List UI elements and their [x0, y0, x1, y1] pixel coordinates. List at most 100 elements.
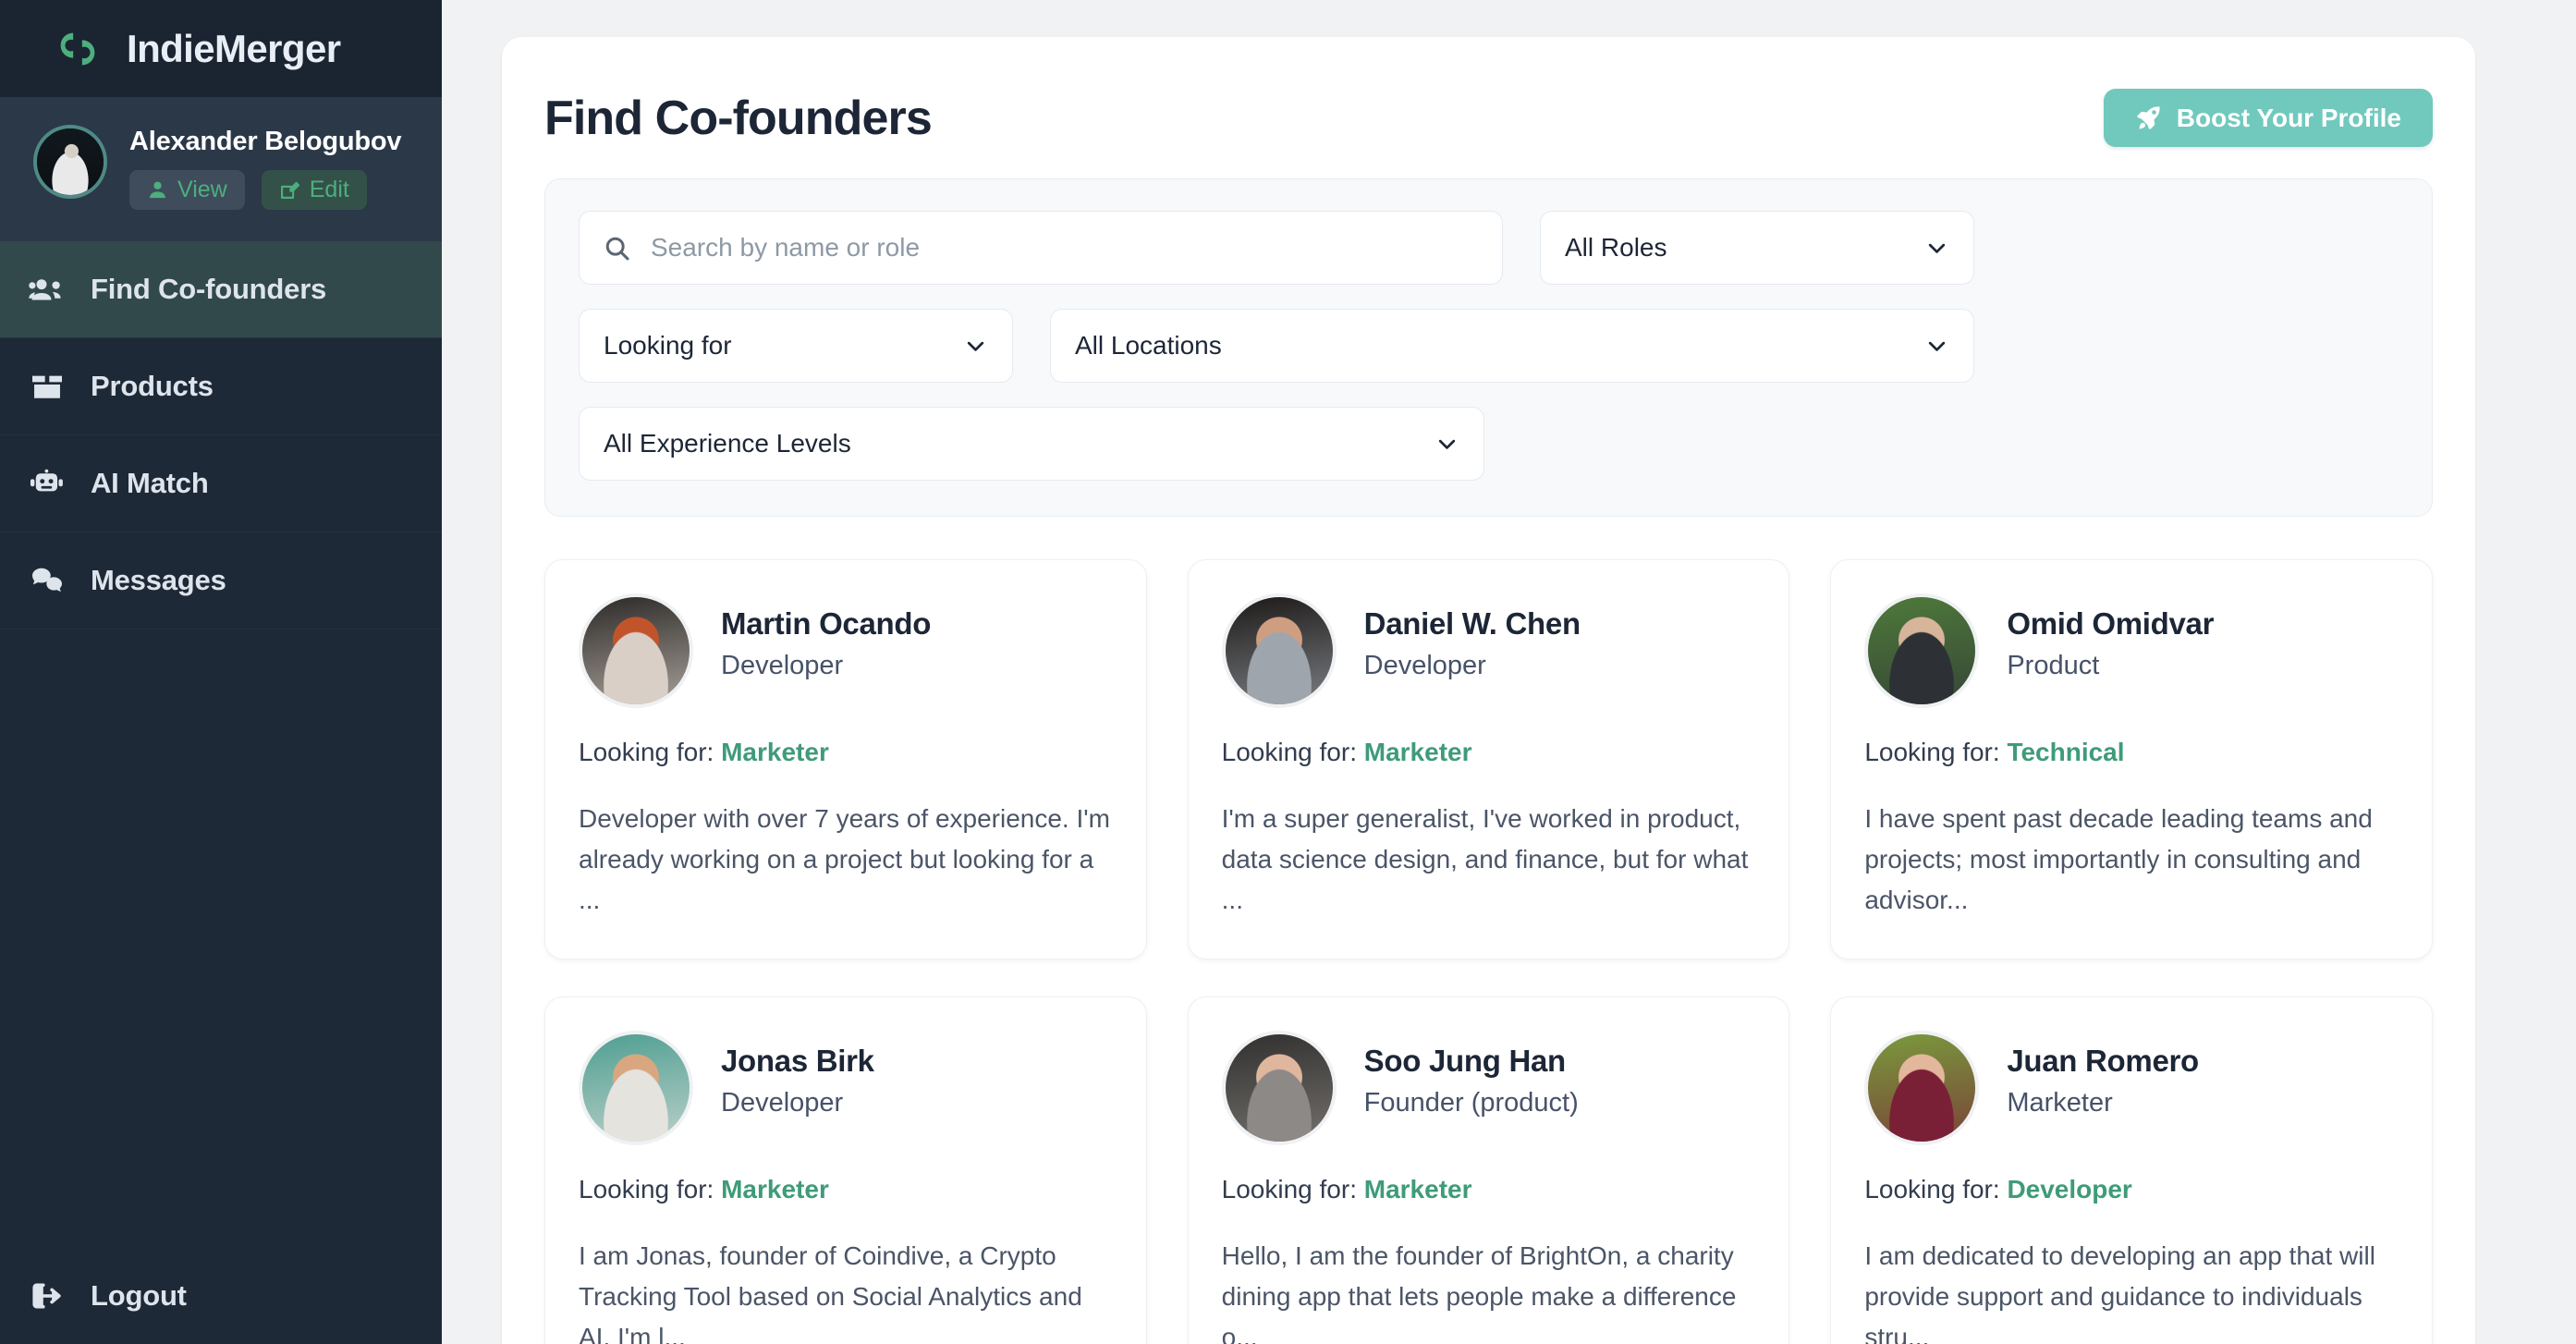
cofounder-card[interactable]: Martin Ocando Developer Looking for: Marke…: [544, 559, 1147, 959]
avatar[interactable]: [1864, 593, 1980, 708]
looking-for-value: Marketer: [1363, 738, 1472, 766]
sidebar-item-label: AI Match: [91, 467, 209, 499]
chat-bubbles-icon: [28, 566, 67, 595]
avatar[interactable]: [33, 125, 107, 199]
rocket-icon: [2135, 104, 2162, 131]
cofounder-card-grid: Martin Ocando Developer Looking for: Marke…: [544, 517, 2433, 1344]
user-icon: [147, 179, 168, 201]
profile-actions: View Edit: [129, 170, 401, 210]
looking-for-value: Technical: [2007, 738, 2125, 766]
looking-for-select-value: Looking for: [604, 331, 732, 360]
card-header: Omid Omidvar Product: [1864, 593, 2399, 708]
users-group-icon: [28, 275, 67, 303]
avatar-image: [37, 128, 104, 195]
looking-for-line: Looking for: Marketer: [1222, 708, 1756, 767]
avatar-image: [1868, 597, 1976, 704]
looking-for-label: Looking for:: [579, 1174, 722, 1203]
search-field[interactable]: [579, 211, 1503, 285]
cofounder-card[interactable]: Omid Omidvar Product Looking for: Technica…: [1830, 559, 2433, 959]
looking-for-label: Looking for:: [1221, 1174, 1364, 1203]
cofounder-name: Soo Jung Han: [1363, 1043, 1567, 1078]
cofounder-name: Daniel W. Chen: [1363, 606, 1581, 641]
cofounder-card[interactable]: Daniel W. Chen Developer Looking for: Mark…: [1187, 559, 1790, 959]
chevron-down-icon: [1924, 236, 1949, 261]
cofounder-card[interactable]: Juan Romero Marketer Looking for: Develope…: [1830, 996, 2433, 1344]
avatar[interactable]: [579, 593, 693, 708]
avatar-image: [582, 597, 690, 704]
looking-for-label: Looking for:: [1864, 738, 2008, 766]
card-header: Jonas Birk Developer: [579, 1030, 1113, 1145]
avatar[interactable]: [579, 1030, 693, 1145]
card-identity: Jonas Birk Developer: [721, 1031, 874, 1118]
card-header: Soo Jung Han Founder (product): [1221, 1030, 1756, 1145]
edit-profile-label: Edit: [309, 177, 349, 202]
search-field-wrapper: [579, 211, 1503, 285]
pencil-square-icon: [279, 179, 300, 201]
cofounder-bio: I'm a super generalist, I've worked in p…: [1221, 804, 1749, 915]
role-filter-wrapper: All Roles: [1540, 211, 1974, 285]
card-identity: Daniel W. Chen Developer: [1364, 593, 1581, 681]
avatar[interactable]: [1864, 1030, 1980, 1145]
looking-for-line: Looking for: Developer: [1864, 1145, 2399, 1204]
cofounder-card[interactable]: Soo Jung Han Founder (product) Looking for…: [1187, 996, 1790, 1344]
boost-profile-button[interactable]: Boost Your Profile: [2103, 89, 2433, 147]
looking-for-select[interactable]: Looking for: [579, 309, 1013, 383]
experience-select-value: All Experience Levels: [604, 429, 851, 458]
cofounder-card[interactable]: Jonas Birk Developer Looking for: Marketer…: [544, 996, 1147, 1344]
cofounder-role: Developer: [721, 1087, 844, 1118]
avatar[interactable]: [1221, 1030, 1337, 1145]
search-icon: [604, 235, 630, 262]
chevron-down-icon: [1435, 432, 1459, 457]
looking-for-value: Marketer: [721, 738, 829, 766]
looking-for-filter-wrapper: Looking for: [579, 309, 1013, 383]
chevron-down-icon: [1924, 334, 1949, 359]
looking-for-value: Marketer: [1363, 1174, 1472, 1203]
card-header: Martin Ocando Developer: [579, 593, 1113, 708]
cofounder-role: Developer: [721, 651, 844, 680]
app-root: IndieMerger Alexander Belogubov View Edi…: [0, 0, 2576, 1344]
brand-header[interactable]: IndieMerger: [0, 0, 442, 97]
content-panel: Find Co-founders Boost Your Profile Sear…: [502, 37, 2475, 1344]
logout-arrow-icon: [28, 1282, 67, 1310]
box-icon: [28, 372, 67, 401]
sidebar: IndieMerger Alexander Belogubov View Edi…: [0, 0, 442, 1344]
avatar-image: [582, 1033, 690, 1142]
avatar-image: [1225, 1033, 1333, 1142]
cofounder-role: Marketer: [2007, 1087, 2113, 1118]
cofounder-name: Omid Omidvar: [2007, 606, 2215, 641]
card-identity: Martin Ocando Developer: [721, 593, 931, 681]
cofounder-role: Developer: [1363, 651, 1486, 680]
sidebar-profile: Alexander Belogubov View Edit: [0, 97, 442, 241]
card-identity: Juan Romero Marketer: [2007, 1031, 2199, 1118]
sidebar-item-label: Find Co-founders: [91, 273, 327, 305]
cofounder-name: Jonas Birk: [721, 1043, 874, 1078]
looking-for-line: Looking for: Marketer: [579, 1145, 1113, 1204]
sidebar-item-label: Products: [91, 370, 214, 402]
sidebar-item-products[interactable]: Products: [0, 338, 442, 435]
card-header: Juan Romero Marketer: [1864, 1030, 2399, 1145]
logout-button[interactable]: Logout: [0, 1247, 442, 1344]
avatar-image: [1868, 1033, 1976, 1142]
boost-profile-label: Boost Your Profile: [2176, 103, 2401, 132]
experience-select[interactable]: All Experience Levels: [579, 407, 1484, 481]
edit-profile-button[interactable]: Edit: [261, 170, 367, 210]
sidebar-item-messages[interactable]: Messages: [0, 532, 442, 629]
location-select[interactable]: All Locations: [1050, 309, 1974, 383]
cofounder-name: Martin Ocando: [721, 606, 932, 641]
search-input[interactable]: [651, 233, 1478, 263]
looking-for-line: Looking for: Technical: [1864, 708, 2399, 767]
cofounder-bio: I have spent past decade leading teams a…: [1864, 804, 2373, 915]
role-select[interactable]: All Roles: [1540, 211, 1974, 285]
sidebar-item-find-cofounders[interactable]: Find Co-founders: [0, 241, 442, 338]
looking-for-value: Developer: [2007, 1174, 2132, 1203]
cofounder-name: Juan Romero: [2007, 1043, 2199, 1078]
avatar[interactable]: [1221, 593, 1337, 708]
cofounder-bio: Hello, I am the founder of BrightOn, a c…: [1221, 1240, 1737, 1344]
sidebar-item-ai-match[interactable]: AI Match: [0, 435, 442, 532]
cofounder-bio: I am Jonas, founder of Coindive, a Crypt…: [579, 1240, 1082, 1344]
card-identity: Soo Jung Han Founder (product): [1364, 1031, 1579, 1118]
chevron-down-icon: [963, 334, 988, 359]
card-identity: Omid Omidvar Product: [2007, 593, 2214, 681]
view-profile-button[interactable]: View: [129, 170, 245, 210]
looking-for-label: Looking for:: [579, 738, 722, 766]
